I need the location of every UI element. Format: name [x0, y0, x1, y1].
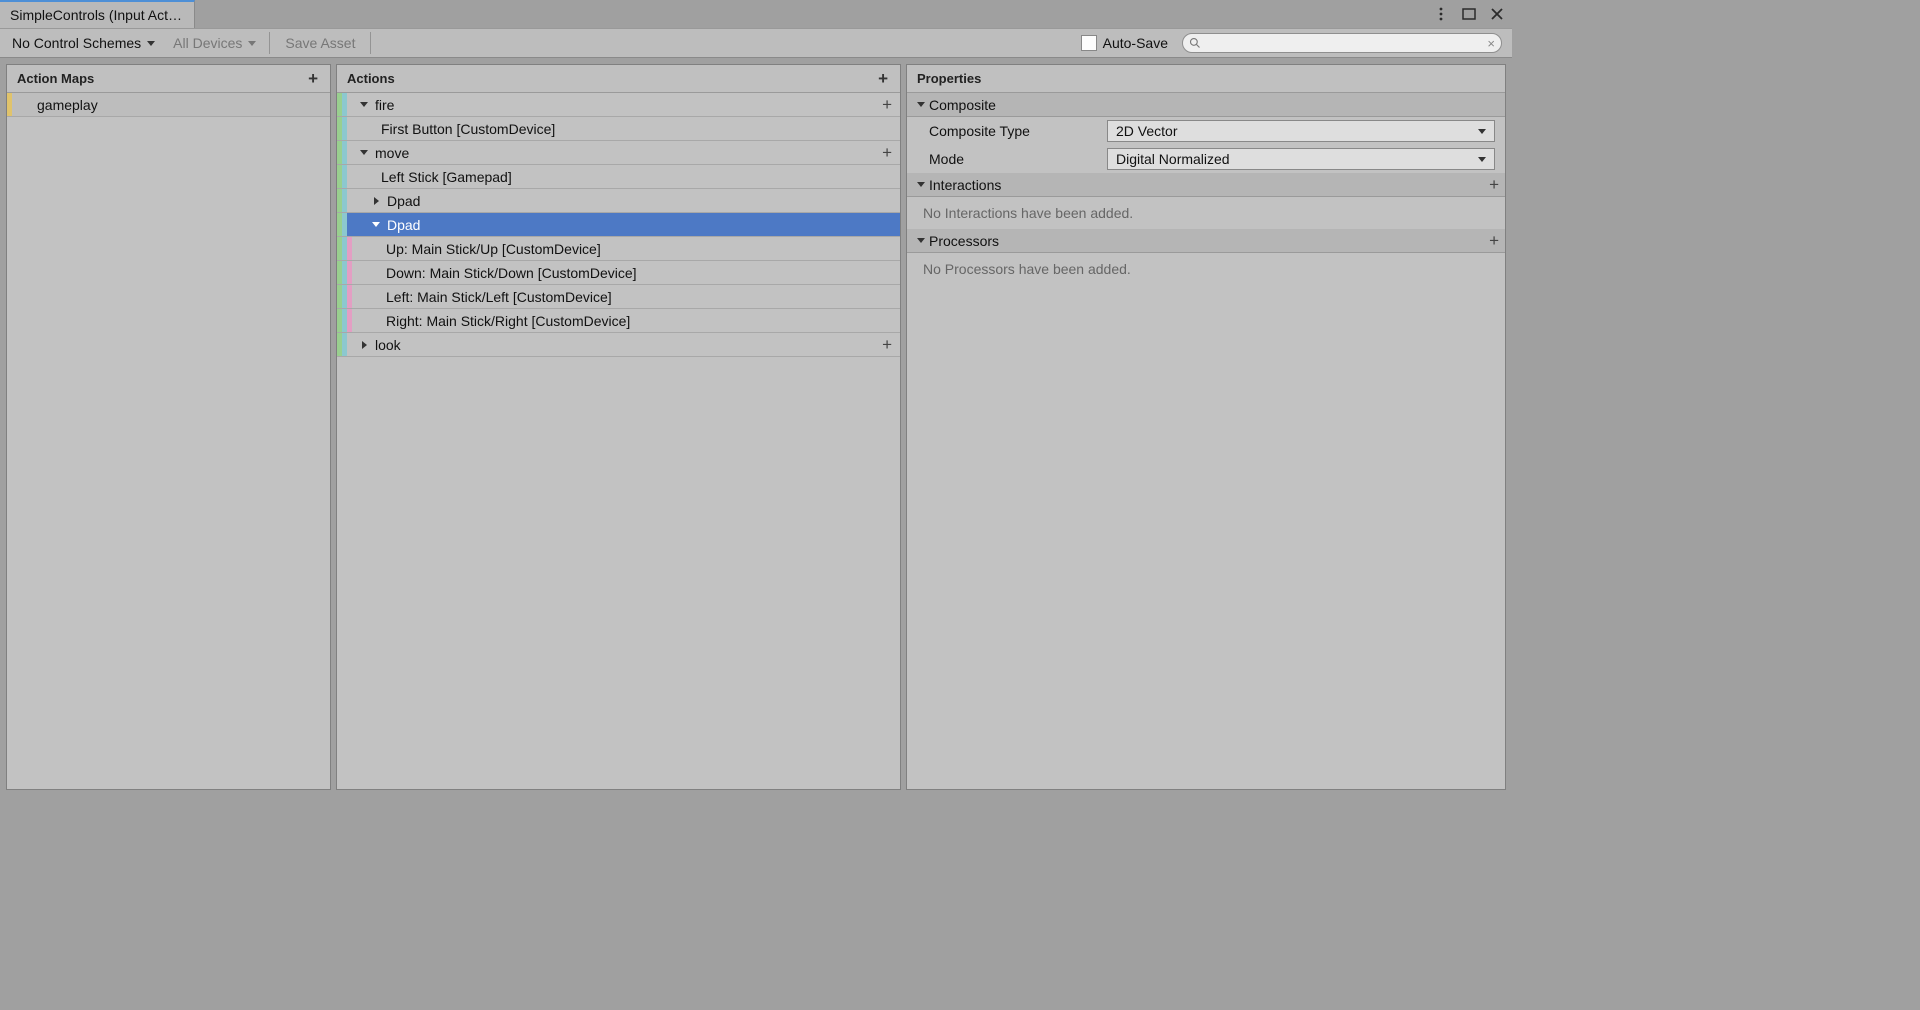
window-tab[interactable]: SimpleControls (Input Act…: [0, 0, 195, 28]
interactions-empty-text: No Interactions have been added.: [907, 197, 1505, 229]
binding-label: Left Stick [Gamepad]: [381, 169, 512, 185]
add-binding-button[interactable]: +: [882, 143, 892, 163]
add-binding-button[interactable]: +: [882, 335, 892, 355]
save-asset-button[interactable]: Save Asset: [275, 31, 365, 55]
chevron-down-icon: [147, 41, 155, 46]
maximize-icon[interactable]: [1460, 5, 1478, 23]
select-value: Digital Normalized: [1116, 151, 1230, 167]
separator: [370, 32, 371, 54]
chevron-down-icon: [913, 102, 929, 107]
devices-dropdown[interactable]: All Devices: [165, 31, 264, 55]
composite-label: Dpad: [387, 193, 420, 209]
composite-part-down[interactable]: Down: Main Stick/Down [CustomDevice]: [337, 261, 900, 285]
composite-section-header[interactable]: Composite: [907, 93, 1505, 117]
window-tab-bar: SimpleControls (Input Act…: [0, 0, 1512, 28]
binding-row[interactable]: First Button [CustomDevice]: [337, 117, 900, 141]
properties-body: Composite Composite Type 2D Vector Mode …: [907, 93, 1505, 789]
composite-row-dpad[interactable]: Dpad: [337, 189, 900, 213]
panel-title: Actions: [347, 71, 395, 86]
composite-label: Dpad: [387, 217, 420, 233]
window-tab-label: SimpleControls (Input Act…: [10, 7, 182, 23]
action-maps-body: gameplay: [7, 93, 330, 789]
select-value: 2D Vector: [1116, 123, 1177, 139]
composite-row-dpad-selected[interactable]: Dpad: [337, 213, 900, 237]
composite-part-left[interactable]: Left: Main Stick/Left [CustomDevice]: [337, 285, 900, 309]
processors-section-header[interactable]: Processors +: [907, 229, 1505, 253]
prop-label: Mode: [917, 151, 1107, 167]
section-title: Composite: [929, 97, 996, 113]
part-label: Up: Main Stick/Up [CustomDevice]: [386, 241, 601, 257]
action-row-fire[interactable]: fire +: [337, 93, 900, 117]
action-row-move[interactable]: move +: [337, 141, 900, 165]
chevron-down-icon: [913, 238, 929, 243]
binding-row[interactable]: Left Stick [Gamepad]: [337, 165, 900, 189]
auto-save-label: Auto-Save: [1103, 35, 1168, 51]
search-input[interactable]: [1205, 36, 1483, 50]
composite-part-right[interactable]: Right: Main Stick/Right [CustomDevice]: [337, 309, 900, 333]
chevron-right-icon[interactable]: [357, 341, 371, 349]
actions-header: Actions +: [337, 65, 900, 93]
processors-empty-text: No Processors have been added.: [907, 253, 1505, 285]
chevron-down-icon[interactable]: [357, 102, 371, 107]
clear-search-icon[interactable]: ×: [1487, 36, 1495, 51]
composite-type-row: Composite Type 2D Vector: [907, 117, 1505, 145]
control-scheme-label: No Control Schemes: [12, 35, 141, 51]
actions-tree: fire + First Button [CustomDevice] move …: [337, 93, 900, 789]
composite-part-up[interactable]: Up: Main Stick/Up [CustomDevice]: [337, 237, 900, 261]
chevron-down-icon: [1478, 157, 1486, 162]
section-title: Processors: [929, 233, 999, 249]
auto-save-toggle[interactable]: Auto-Save: [1081, 35, 1168, 51]
action-label: move: [375, 145, 409, 161]
actions-panel: Actions + fire + First Button [CustomDev…: [336, 64, 901, 790]
chevron-right-icon[interactable]: [369, 197, 383, 205]
action-row-look[interactable]: look +: [337, 333, 900, 357]
kebab-icon[interactable]: [1432, 5, 1450, 23]
composite-mode-dropdown[interactable]: Digital Normalized: [1107, 148, 1495, 170]
panel-title: Action Maps: [17, 71, 94, 86]
prop-label: Composite Type: [917, 123, 1107, 139]
window-controls: [1432, 5, 1512, 23]
chevron-down-icon: [1478, 129, 1486, 134]
composite-type-dropdown[interactable]: 2D Vector: [1107, 120, 1495, 142]
binding-label: First Button [CustomDevice]: [381, 121, 555, 137]
part-label: Right: Main Stick/Right [CustomDevice]: [386, 313, 630, 329]
action-maps-header: Action Maps +: [7, 65, 330, 93]
action-label: fire: [375, 97, 394, 113]
part-label: Left: Main Stick/Left [CustomDevice]: [386, 289, 612, 305]
devices-label: All Devices: [173, 35, 242, 51]
toolbar: No Control Schemes All Devices Save Asse…: [0, 28, 1512, 58]
properties-header: Properties: [907, 65, 1505, 93]
main-panels: Action Maps + gameplay Actions + fire +: [0, 58, 1512, 796]
part-label: Down: Main Stick/Down [CustomDevice]: [386, 265, 637, 281]
section-title: Interactions: [929, 177, 1001, 193]
control-scheme-dropdown[interactable]: No Control Schemes: [4, 31, 163, 55]
add-binding-button[interactable]: +: [882, 95, 892, 115]
search-field[interactable]: ×: [1182, 33, 1502, 53]
add-action-map-button[interactable]: +: [306, 70, 320, 87]
separator: [269, 32, 270, 54]
properties-panel: Properties Composite Composite Type 2D V…: [906, 64, 1506, 790]
close-icon[interactable]: [1488, 5, 1506, 23]
chevron-down-icon[interactable]: [357, 150, 371, 155]
chevron-down-icon: [248, 41, 256, 46]
add-interaction-button[interactable]: +: [1489, 175, 1499, 195]
interactions-section-header[interactable]: Interactions +: [907, 173, 1505, 197]
panel-title: Properties: [917, 71, 981, 86]
checkbox-icon[interactable]: [1081, 35, 1097, 51]
add-action-button[interactable]: +: [876, 70, 890, 87]
action-map-row[interactable]: gameplay: [7, 93, 330, 117]
chevron-down-icon: [913, 182, 929, 187]
action-label: look: [375, 337, 401, 353]
search-icon: [1189, 37, 1201, 49]
add-processor-button[interactable]: +: [1489, 231, 1499, 251]
action-map-label: gameplay: [12, 97, 98, 113]
composite-mode-row: Mode Digital Normalized: [907, 145, 1505, 173]
action-maps-panel: Action Maps + gameplay: [6, 64, 331, 790]
chevron-down-icon[interactable]: [369, 222, 383, 227]
